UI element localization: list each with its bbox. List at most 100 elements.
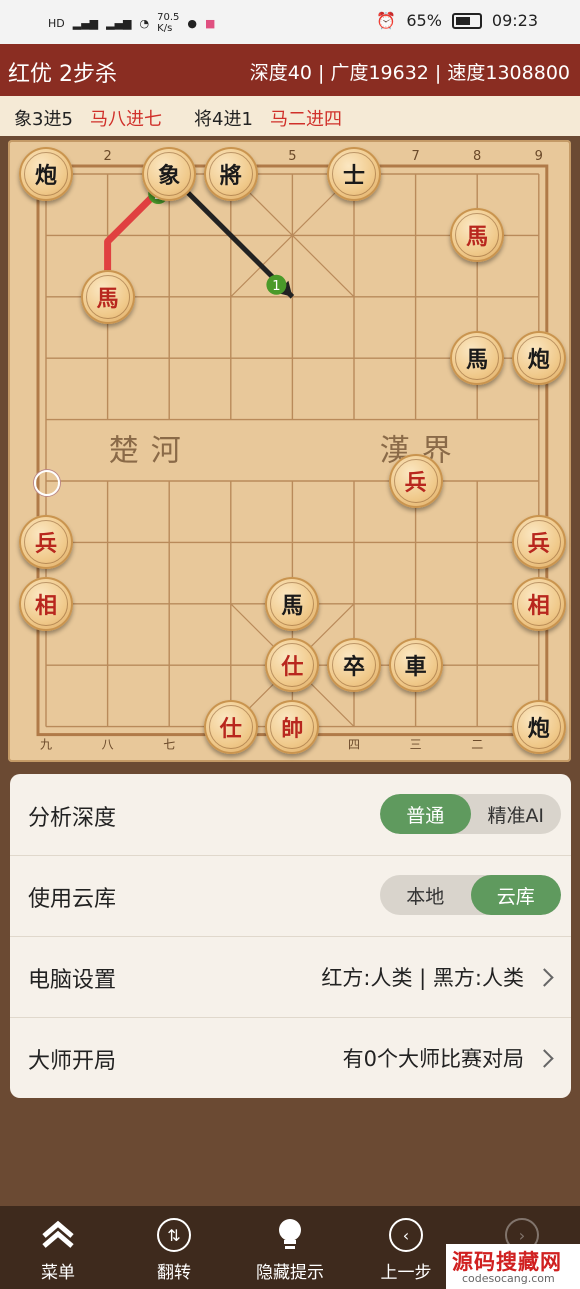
depth-segment[interactable]: 普通 精准AI <box>380 794 561 834</box>
red-piece[interactable]: 相 <box>511 576 566 631</box>
chevron-right-icon <box>535 967 554 987</box>
setting-label: 分析深度 <box>28 806 117 831</box>
settings-panel: 分析深度 普通 精准AI 使用云库 本地 云库 电脑设置 红方:人类 | 黑方:… <box>10 774 571 1098</box>
black-piece[interactable]: 炮 <box>511 699 566 754</box>
piece-label: 兵 <box>393 459 438 503</box>
setting-label: 使用云库 <box>28 887 117 912</box>
piece-label: 象 <box>147 152 192 196</box>
wifi-icon: ◔ <box>139 16 150 30</box>
signal-icon: ▂▄▆ <box>106 16 132 30</box>
page-title: 红优 2步杀 <box>8 62 117 87</box>
clock: 09:23 <box>491 11 538 30</box>
black-piece[interactable]: 馬 <box>450 331 505 386</box>
piece-label: 士 <box>332 152 376 196</box>
piece-label: 兵 <box>24 520 68 565</box>
setting-master-opening[interactable]: 大师开局 有0个大师比赛对局 <box>10 1017 571 1098</box>
move-list: 象3进5 马八进七 将4进1 马二进四 <box>0 96 580 136</box>
setting-value: 红方:人类 | 黑方:人类 <box>321 966 524 990</box>
file-number: 2 <box>103 149 111 164</box>
signal-icon: ▂▄▆ <box>72 16 99 30</box>
file-number: 三 <box>410 738 422 752</box>
board-cursor[interactable] <box>34 470 60 496</box>
nav-undo[interactable]: ‹ 上一步 <box>361 1216 451 1283</box>
river-left: 楚河 <box>109 433 193 468</box>
red-piece[interactable]: 兵 <box>19 515 73 570</box>
chevron-right-icon <box>535 1048 554 1068</box>
piece-label: 炮 <box>516 704 561 749</box>
red-piece[interactable]: 兵 <box>511 515 566 570</box>
piece-label: 相 <box>516 581 561 626</box>
piece-label: 仕 <box>270 643 315 688</box>
segment-local[interactable]: 本地 <box>380 875 471 915</box>
status-bar: HD ▂▄▆ ▂▄▆ ◔ 70.5 K/s ● ■ ⏰ 65% 09:23 <box>0 0 580 44</box>
piece-label: 將 <box>208 152 253 196</box>
net-speed: 70.5 K/s <box>157 12 180 34</box>
alarm-icon: ⏰ <box>376 11 397 30</box>
piece-label: 馬 <box>270 581 315 626</box>
red-piece[interactable]: 兵 <box>388 454 443 508</box>
move-item[interactable]: 象3进5 <box>14 105 73 131</box>
file-number: 8 <box>473 149 481 164</box>
black-piece[interactable]: 卒 <box>327 638 381 693</box>
black-piece[interactable]: 車 <box>388 638 443 693</box>
piece-label: 仕 <box>208 704 253 749</box>
file-number: 二 <box>471 738 483 752</box>
qq-icon: ● <box>187 16 198 30</box>
piece-label: 卒 <box>332 643 376 688</box>
hd-icon: HD <box>48 16 65 30</box>
move-item[interactable]: 马二进四 <box>270 105 342 131</box>
piece-label: 車 <box>393 643 438 688</box>
file-number: 九 <box>40 738 52 752</box>
setting-label: 电脑设置 <box>28 968 117 993</box>
piece-label: 炮 <box>516 336 561 381</box>
black-piece[interactable]: 馬 <box>265 576 320 631</box>
setting-cloud-library: 使用云库 本地 云库 <box>10 855 571 937</box>
back-icon: ‹ <box>361 1216 451 1254</box>
black-piece[interactable]: 士 <box>327 147 381 201</box>
watermark: 源码搜藏网 codesocang.com <box>446 1244 580 1289</box>
setting-label: 大师开局 <box>28 1049 117 1074</box>
segment-cloud[interactable]: 云库 <box>470 875 561 915</box>
setting-computer[interactable]: 电脑设置 红方:人类 | 黑方:人类 <box>10 936 571 1018</box>
segment-precise-ai[interactable]: 精准AI <box>471 794 562 834</box>
red-piece[interactable]: 相 <box>19 576 73 631</box>
move-item[interactable]: 将4进1 <box>194 105 253 131</box>
nav-menu[interactable]: 菜单 <box>13 1216 103 1283</box>
red-piece[interactable]: 帥 <box>265 699 320 754</box>
black-piece[interactable]: 象 <box>142 147 197 201</box>
file-number: 5 <box>288 149 296 164</box>
black-piece[interactable]: 炮 <box>511 331 566 386</box>
file-number: 四 <box>348 738 360 752</box>
flip-icon: ⇅ <box>129 1216 219 1254</box>
menu-icon <box>13 1216 103 1254</box>
piece-label: 相 <box>24 581 68 626</box>
title-bar: 红优 2步杀 深度40 | 广度19632 | 速度1308800 <box>0 44 580 96</box>
piece-label: 馬 <box>455 336 500 381</box>
battery-percent: 65% <box>406 11 442 30</box>
watermark-url: codesocang.com <box>462 1272 555 1285</box>
piece-label: 馬 <box>455 213 500 258</box>
arrow-badge-label: 1 <box>272 279 280 294</box>
piece-label: 炮 <box>24 152 68 196</box>
segment-normal[interactable]: 普通 <box>380 794 471 834</box>
file-number: 七 <box>163 738 175 752</box>
black-piece[interactable]: 將 <box>203 147 258 201</box>
battery-icon <box>451 12 482 29</box>
setting-value: 有0个大师比赛对局 <box>342 1047 524 1071</box>
chess-board[interactable]: 123456789九八七六五四三二一楚河漢界21 炮象將士馬馬馬炮兵兵兵相相馬仕… <box>8 140 571 762</box>
file-number: 八 <box>102 738 114 752</box>
nav-flip[interactable]: ⇅ 翻转 <box>129 1216 219 1283</box>
app-icon: ■ <box>205 16 216 30</box>
cloud-segment[interactable]: 本地 云库 <box>380 875 561 915</box>
black-piece[interactable]: 炮 <box>19 147 73 201</box>
bulb-icon <box>245 1216 335 1254</box>
red-piece[interactable]: 仕 <box>203 699 258 754</box>
piece-label: 馬 <box>85 274 130 319</box>
move-item[interactable]: 马八进七 <box>90 105 162 131</box>
nav-hide-hint[interactable]: 隐藏提示 <box>245 1216 335 1283</box>
piece-label: 帥 <box>270 704 315 749</box>
setting-analysis-depth: 分析深度 普通 精准AI <box>10 774 571 856</box>
engine-stats: 深度40 | 广度19632 | 速度1308800 <box>249 62 570 84</box>
red-piece[interactable]: 馬 <box>80 269 135 324</box>
file-number: 7 <box>411 149 419 164</box>
